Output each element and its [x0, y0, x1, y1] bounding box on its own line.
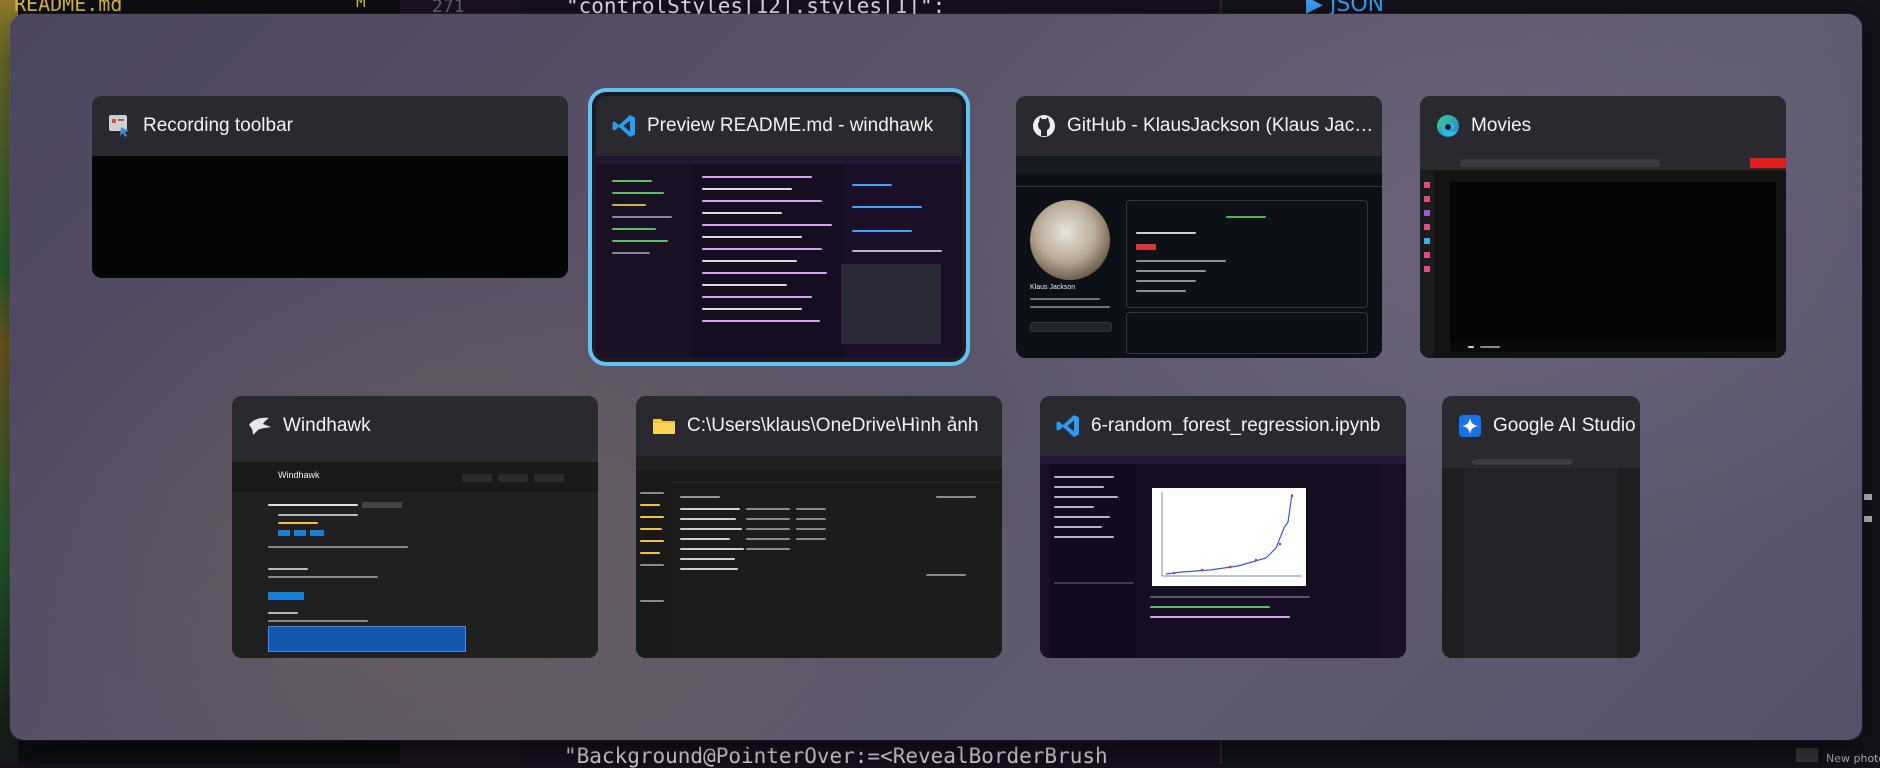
avatar[interactable]	[1030, 200, 1110, 280]
window-card-header: Preview README.md - windhawk	[596, 96, 962, 156]
window-preview	[636, 456, 1002, 658]
window-title: Windhawk	[283, 415, 371, 436]
window-card-header: C:\Users\klaus\OneDrive\Hình ảnh	[636, 396, 1002, 456]
window-card-file-explorer[interactable]: C:\Users\klaus\OneDrive\Hình ảnh	[636, 396, 1002, 658]
window-preview	[1420, 156, 1786, 358]
scroll-marker	[1864, 494, 1872, 500]
window-card-header: Recording toolbar	[92, 96, 568, 156]
window-title: C:\Users\klaus\OneDrive\Hình ảnh	[687, 415, 979, 436]
folder-icon	[651, 413, 677, 439]
window-card-google-ai-studio[interactable]: Google AI Studio	[1442, 396, 1640, 658]
profile-name: Klaus Jackson	[1030, 284, 1076, 291]
window-card-github[interactable]: GitHub - KlausJackson (Klaus Jackson) Kl…	[1016, 96, 1382, 358]
window-preview: Windhawk	[232, 456, 598, 658]
plot-thumbnail	[1152, 488, 1306, 586]
windhawk-icon	[247, 413, 273, 439]
window-preview	[1040, 456, 1406, 658]
window-title: Google AI Studio	[1493, 415, 1636, 436]
window-title: GitHub - KlausJackson (Klaus Jackson)	[1067, 115, 1382, 136]
git-status-badge: M	[356, 0, 366, 11]
window-preview	[92, 156, 568, 278]
window-card-windhawk[interactable]: Windhawk Windhawk	[232, 396, 598, 658]
tray-label: New photo	[1826, 752, 1880, 765]
window-preview: Klaus Jackson	[1016, 156, 1382, 358]
vscode-icon	[1055, 413, 1081, 439]
edge-icon	[1435, 113, 1461, 139]
window-title: Recording toolbar	[143, 115, 293, 136]
task-switcher: Recording toolbar Preview README.md - wi…	[10, 14, 1862, 740]
scroll-marker	[1864, 516, 1872, 522]
vscode-icon	[611, 113, 637, 139]
google-ai-studio-icon	[1457, 413, 1483, 439]
window-card-movies[interactable]: Movies	[1420, 96, 1786, 358]
window-title: Movies	[1471, 115, 1532, 136]
tray-thumbnail	[1796, 748, 1818, 762]
window-card-header: GitHub - KlausJackson (Klaus Jackson)	[1016, 96, 1382, 156]
github-icon	[1031, 113, 1057, 139]
recording-toolbar-icon	[107, 113, 133, 139]
window-preview	[1442, 456, 1640, 658]
window-card-header: 6-random_forest_regression.ipynb	[1040, 396, 1406, 456]
window-title: Preview README.md - windhawk	[647, 115, 934, 136]
window-card-header: Movies	[1420, 96, 1786, 156]
code-line-bottom: "Background@PointerOver:=<RevealBorderBr…	[564, 744, 1108, 768]
window-card-vscode-readme[interactable]: Preview README.md - windhawk	[596, 96, 962, 358]
window-preview	[596, 156, 962, 358]
window-title: 6-random_forest_regression.ipynb	[1091, 415, 1381, 436]
window-card-header: Google AI Studio	[1442, 396, 1640, 456]
windhawk-app-name: Windhawk	[278, 470, 320, 480]
window-card-vscode-notebook[interactable]: 6-random_forest_regression.ipynb	[1040, 396, 1406, 658]
window-card-recording-toolbar[interactable]: Recording toolbar	[92, 96, 568, 278]
window-card-header: Windhawk	[232, 396, 598, 456]
